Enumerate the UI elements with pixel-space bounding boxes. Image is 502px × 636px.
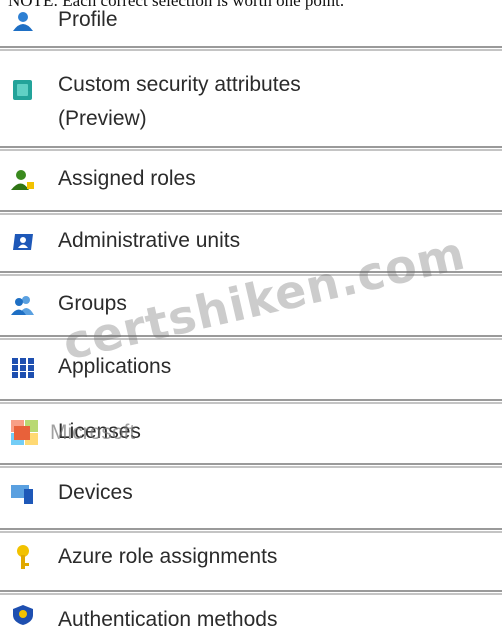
authentication-methods-icon: [13, 605, 33, 625]
menu-item-label: Applications: [58, 355, 172, 378]
menu-item-azure-role-assignments[interactable]: Azure role assignments: [0, 540, 502, 580]
separator: [0, 146, 502, 151]
menu-item-label: Profile: [58, 8, 118, 31]
menu-item-label: Licenses: [58, 420, 141, 443]
separator: [0, 271, 502, 276]
menu-item-profile[interactable]: Profile: [0, 3, 502, 43]
licenses-icon: [11, 420, 38, 445]
menu-item-devices[interactable]: Devices: [0, 476, 502, 516]
menu-item-applications[interactable]: Applications: [0, 350, 502, 390]
azure-role-assignments-icon: [17, 545, 29, 569]
separator: [0, 46, 502, 51]
menu-item-authentication-methods[interactable]: Authentication methods: [0, 603, 502, 633]
menu-item-label: Authentication methods: [58, 608, 278, 631]
menu-item-label: Assigned roles: [58, 167, 196, 190]
separator: [0, 590, 502, 595]
menu-item-administrative-units[interactable]: Administrative units: [0, 224, 502, 264]
separator: [0, 399, 502, 404]
separator: [0, 335, 502, 340]
menu-item-licenses[interactable]: Licenses: [0, 415, 502, 455]
separator: [0, 528, 502, 533]
menu-item-label: Administrative units: [58, 229, 241, 252]
menu-item-label-line2: (Preview): [58, 107, 147, 130]
assigned-roles-icon: [11, 170, 34, 190]
devices-icon: [11, 485, 33, 504]
custom-security-attributes-icon: [13, 80, 32, 100]
menu-item-groups[interactable]: Groups: [0, 287, 502, 327]
menu-item-custom-security-attributes[interactable]: Custom security attributes (Preview): [0, 64, 502, 142]
menu-item-label: Groups: [58, 292, 127, 315]
menu-item-label: Azure role assignments: [58, 545, 278, 568]
groups-icon: [11, 296, 34, 315]
profile-icon: [13, 12, 33, 31]
menu-item-assigned-roles[interactable]: Assigned roles: [0, 162, 502, 202]
administrative-units-icon: [13, 234, 33, 250]
separator: [0, 210, 502, 215]
separator: [0, 463, 502, 468]
user-navigation-menu: Profile Custom security attributes (Prev…: [0, 0, 502, 633]
applications-icon: [12, 358, 34, 378]
menu-item-label: Custom security attributes: [58, 73, 301, 96]
menu-item-label: Devices: [58, 481, 133, 504]
